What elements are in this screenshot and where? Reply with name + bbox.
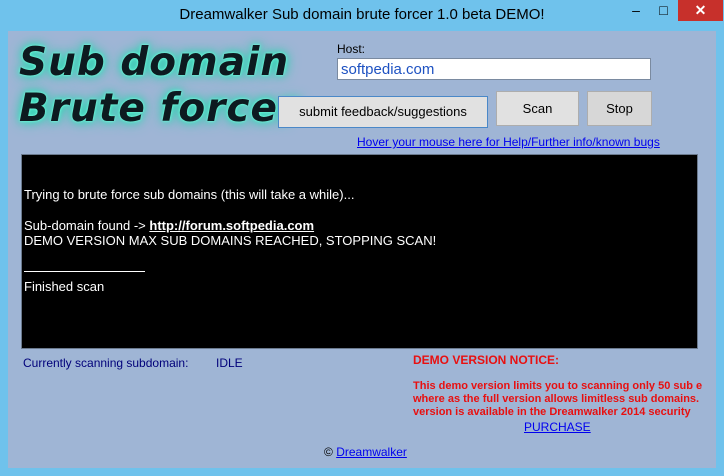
demo-notice-line: This demo version limits you to scanning…	[413, 380, 703, 392]
status-value: IDLE	[216, 356, 243, 370]
status-label: Currently scanning subdomain:	[23, 356, 189, 370]
host-label: Host:	[337, 42, 366, 56]
app-client-area: Sub domain Brute forcer Host: submit fee…	[8, 31, 716, 468]
demo-notice-line: where as the full version allows limitle…	[413, 393, 700, 405]
author-link[interactable]: Dreamwalker	[336, 445, 407, 459]
logo-line-2: Brute forcer	[19, 86, 299, 131]
submit-feedback-button[interactable]: submit feedback/suggestions	[278, 96, 488, 128]
console-line: Finished scan	[24, 279, 105, 294]
demo-notice-title: DEMO VERSION NOTICE:	[413, 353, 560, 367]
maximize-button[interactable]: □	[650, 0, 677, 21]
help-link[interactable]: Hover your mouse here for Help/Further i…	[357, 135, 660, 149]
close-button[interactable]: ✕	[678, 0, 723, 21]
console-line: Trying to brute force sub domains (this …	[24, 187, 355, 202]
stop-button[interactable]: Stop	[587, 91, 652, 126]
found-prefix: Sub-domain found ->	[24, 218, 150, 233]
host-input[interactable]	[337, 58, 651, 80]
title-bar: Dreamwalker Sub domain brute forcer 1.0 …	[0, 0, 724, 31]
purchase-link[interactable]: PURCHASE	[524, 420, 591, 434]
logo-line-1: Sub domain	[19, 40, 290, 85]
demo-notice-line: version is available in the Dreamwalker …	[413, 406, 691, 418]
minimize-button[interactable]: –	[622, 0, 650, 21]
console-line: DEMO VERSION MAX SUB DOMAINS REACHED, ST…	[24, 233, 437, 248]
found-url-link[interactable]: http://forum.softpedia.com	[149, 218, 314, 233]
scan-button[interactable]: Scan	[496, 91, 579, 126]
console-separator	[24, 271, 145, 272]
window-title: Dreamwalker Sub domain brute forcer 1.0 …	[179, 6, 545, 23]
copyright-footer: © Dreamwalker	[324, 445, 407, 459]
output-console[interactable]: Trying to brute force sub domains (this …	[21, 154, 698, 349]
copyright-symbol: ©	[324, 445, 333, 459]
console-found-line: Sub-domain found -> http://forum.softped…	[24, 218, 314, 233]
